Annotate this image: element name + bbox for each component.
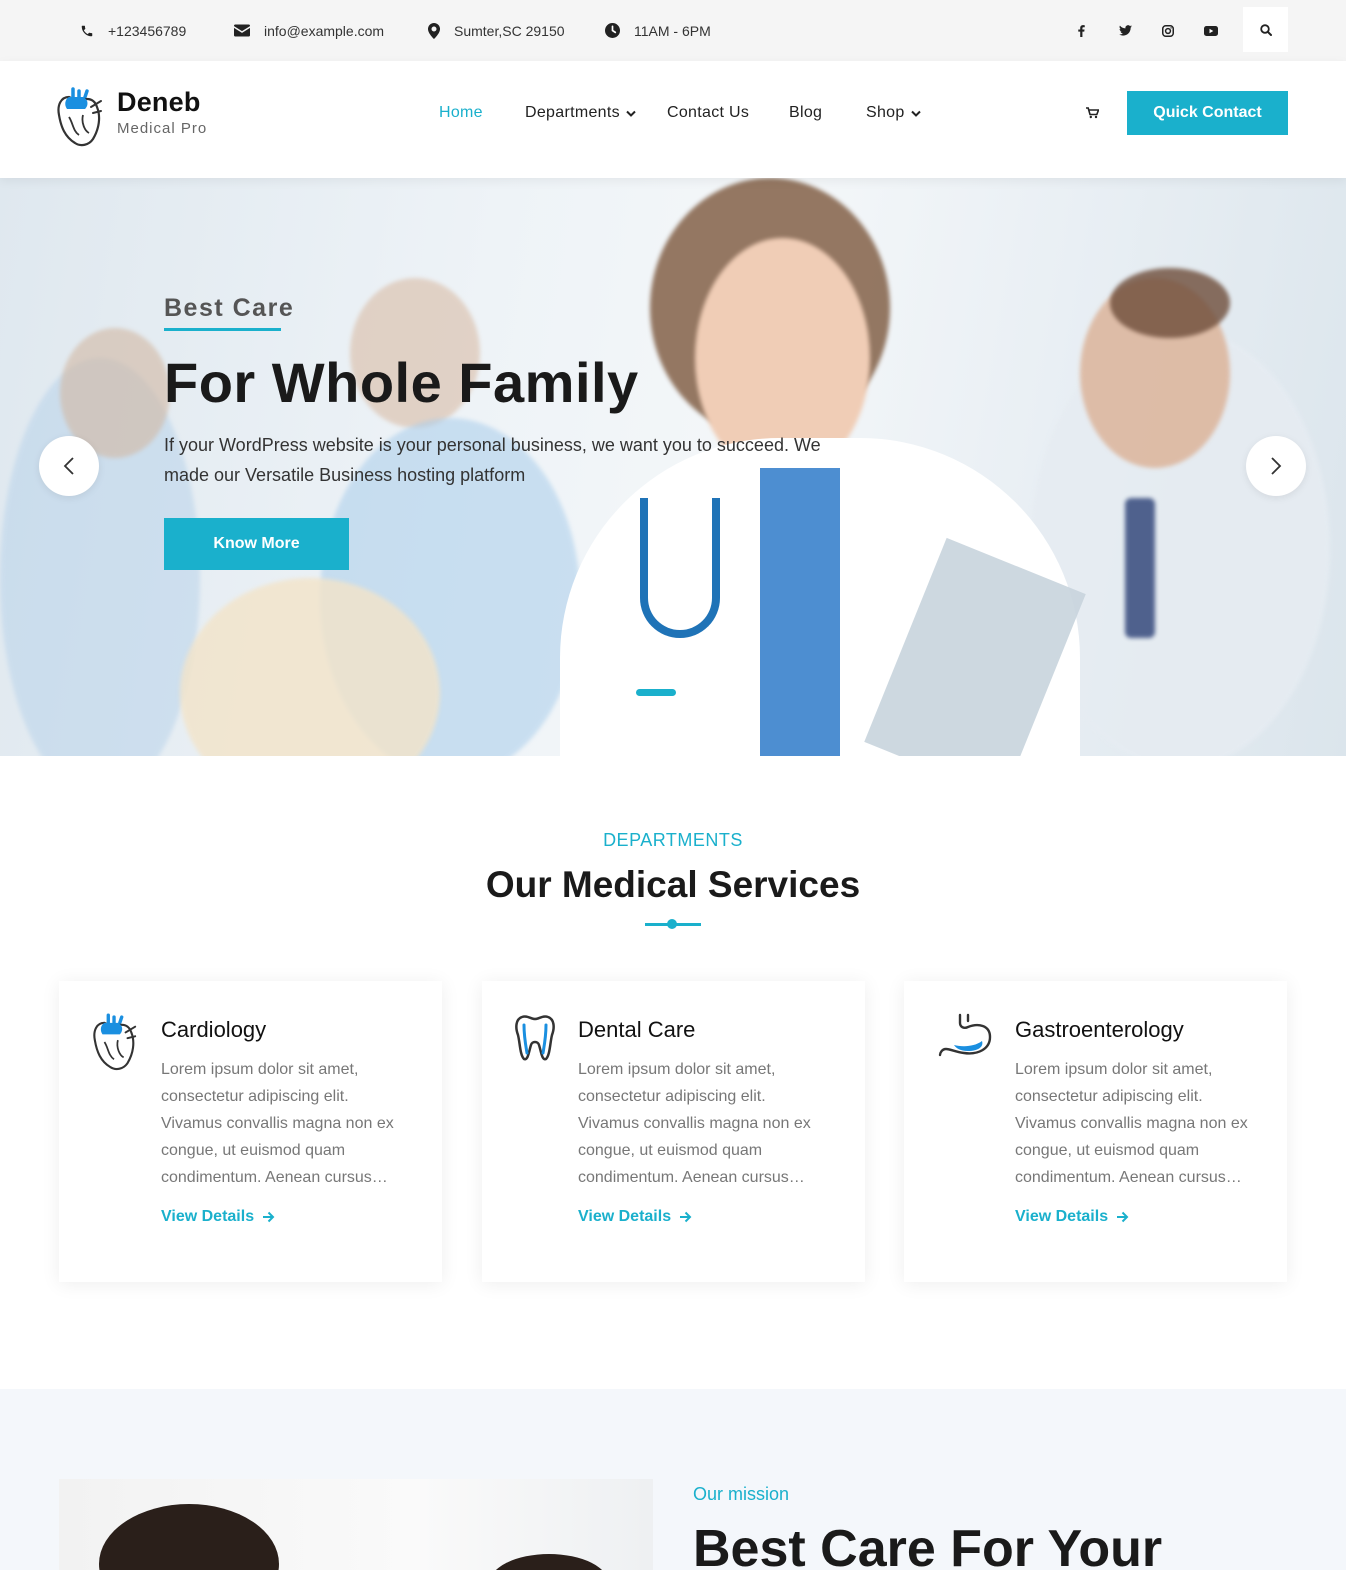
- slider-prev-button[interactable]: [39, 436, 99, 496]
- section-title: Our Medical Services: [485, 864, 861, 905]
- hero-title: For Whole Family: [164, 351, 639, 414]
- nav-contact-label: Contact Us: [667, 104, 750, 121]
- view-details-link[interactable]: View Details: [161, 1208, 275, 1226]
- chevron-down-icon: [626, 110, 636, 117]
- nav-blog-label: Blog: [789, 104, 823, 121]
- mission-label: Our mission: [693, 1484, 790, 1504]
- arrow-right-icon: [680, 1211, 692, 1223]
- nav-blog[interactable]: Blog: [789, 101, 822, 125]
- section-divider-dot: [667, 919, 677, 929]
- view-details-label: View Details: [578, 1208, 672, 1225]
- card-description: Lorem ipsum dolor sit amet, consectetur …: [161, 1061, 394, 1186]
- cart-icon: [1085, 107, 1099, 119]
- address-info: Sumter,SC 29150: [428, 0, 565, 61]
- section-label: DEPARTMENTS: [603, 830, 743, 850]
- map-pin-icon: [428, 22, 440, 39]
- view-details-label: View Details: [161, 1208, 255, 1225]
- hero-subtitle: Best Care: [164, 294, 295, 322]
- brand-name[interactable]: Deneb: [117, 87, 201, 118]
- hero-description: If your WordPress website is your person…: [164, 435, 821, 485]
- email-text: info@example.com: [264, 22, 385, 39]
- phone-info[interactable]: +123456789: [80, 0, 186, 61]
- arrow-right-icon: [1117, 1211, 1129, 1223]
- nav-home[interactable]: Home: [439, 101, 483, 125]
- service-card-dental: Dental Care Lorem ipsum dolor sit amet, …: [482, 981, 865, 1282]
- mission-section: Our mission Best Care For Your: [0, 1389, 1346, 1570]
- brand-tagline: Medical Pro: [117, 120, 208, 137]
- address-text: Sumter,SC 29150: [454, 22, 565, 39]
- card-title[interactable]: Cardiology: [161, 1017, 266, 1043]
- search-button[interactable]: [1243, 7, 1288, 52]
- youtube-icon: [1204, 25, 1218, 36]
- tooth-icon: [514, 1013, 556, 1068]
- view-details-label: View Details: [1015, 1208, 1109, 1225]
- heart-icon: [91, 1013, 139, 1078]
- card-title[interactable]: Gastroenterology: [1015, 1017, 1184, 1043]
- youtube-link[interactable]: [1196, 0, 1226, 61]
- site-header: Deneb Medical Pro Home Departments Conta…: [0, 61, 1346, 178]
- site-logo[interactable]: [55, 87, 105, 154]
- slider-next-button[interactable]: [1246, 436, 1306, 496]
- hero-subtitle-underline: [164, 328, 281, 331]
- chevron-down-icon: [910, 110, 921, 117]
- chevron-right-icon: [1271, 457, 1282, 475]
- twitter-link[interactable]: [1110, 0, 1140, 61]
- heart-logo-icon: [57, 87, 102, 147]
- card-description: Lorem ipsum dolor sit amet, consectetur …: [1015, 1061, 1248, 1186]
- quick-contact-button[interactable]: Quick Contact: [1127, 91, 1288, 135]
- nav-home-label: Home: [439, 104, 483, 121]
- twitter-icon: [1118, 25, 1132, 36]
- chevron-left-icon: [63, 457, 74, 475]
- nav-departments-label: Departments: [525, 104, 620, 121]
- top-bar: +123456789 info@example.com Sumter,SC 29…: [0, 0, 1346, 61]
- nav-departments[interactable]: Departments: [525, 101, 636, 125]
- phone-icon: [81, 25, 93, 36]
- know-more-button[interactable]: Know More: [164, 518, 349, 570]
- slider-dot[interactable]: [684, 689, 710, 696]
- facebook-icon: [1077, 24, 1085, 37]
- hours-text: 11AM - 6PM: [634, 22, 711, 39]
- view-details-link[interactable]: View Details: [578, 1208, 692, 1226]
- facebook-link[interactable]: [1066, 0, 1096, 61]
- mission-photo: [59, 1479, 653, 1570]
- hours-info: 11AM - 6PM: [605, 0, 711, 61]
- cart-button[interactable]: [1082, 101, 1102, 125]
- arrow-right-icon: [263, 1211, 275, 1223]
- view-details-link[interactable]: View Details: [1015, 1208, 1129, 1226]
- envelope-icon: [234, 24, 250, 37]
- card-description: Lorem ipsum dolor sit amet, consectetur …: [578, 1061, 811, 1186]
- email-info[interactable]: info@example.com: [234, 0, 384, 61]
- mission-title: Best Care For Your: [693, 1520, 1163, 1570]
- stomach-icon: [938, 1013, 992, 1062]
- instagram-icon: [1162, 24, 1174, 37]
- nav-shop-label: Shop: [866, 104, 905, 121]
- phone-text: +123456789: [108, 22, 187, 39]
- service-card-cardiology: Cardiology Lorem ipsum dolor sit amet, c…: [59, 981, 442, 1282]
- card-title[interactable]: Dental Care: [578, 1017, 695, 1043]
- clock-icon: [605, 23, 620, 38]
- search-icon: [1259, 23, 1272, 36]
- slider-dot-active[interactable]: [636, 689, 676, 696]
- service-card-gastroenterology: Gastroenterology Lorem ipsum dolor sit a…: [904, 981, 1287, 1282]
- hero-slider: Best Care For Whole Family If your WordP…: [0, 178, 1346, 756]
- nav-contact[interactable]: Contact Us: [667, 101, 749, 125]
- instagram-link[interactable]: [1153, 0, 1183, 61]
- nav-shop[interactable]: Shop: [866, 101, 921, 125]
